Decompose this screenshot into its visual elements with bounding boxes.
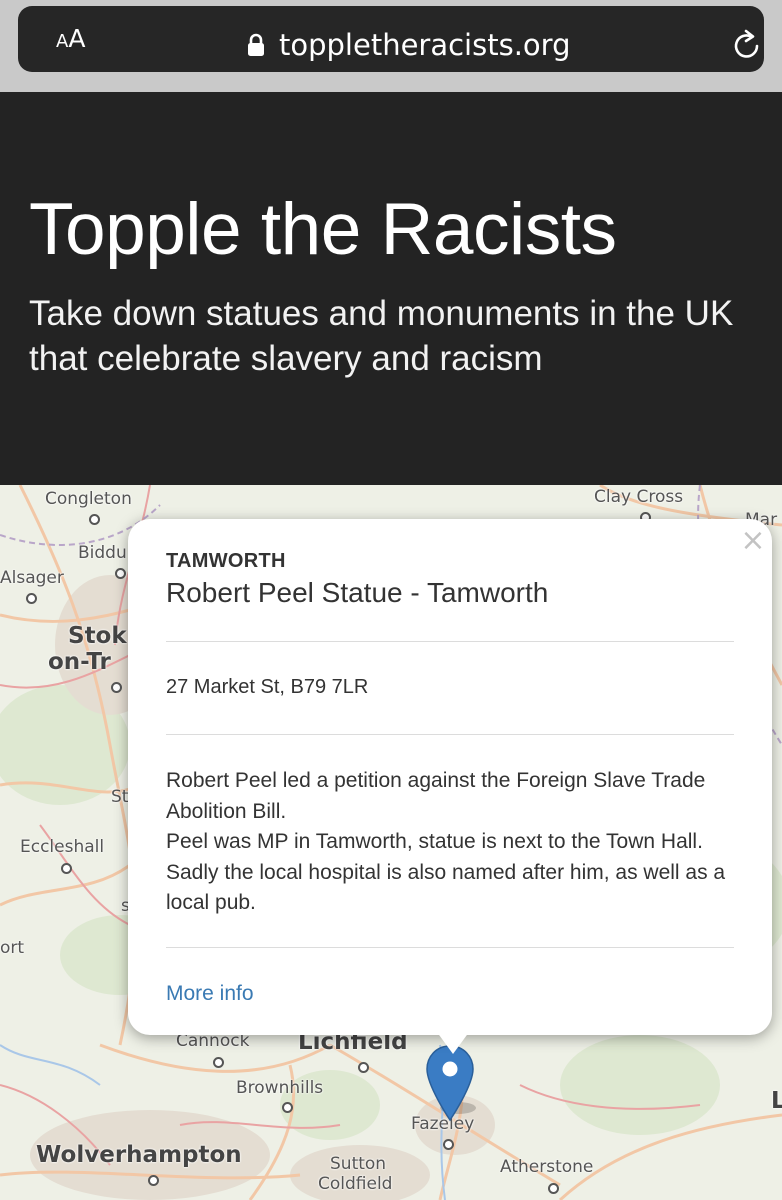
site-header: Topple the Racists Take down statues and… (0, 92, 782, 485)
map-town-dot (148, 1175, 159, 1186)
map-label-eccleshall: Eccleshall (20, 837, 105, 857)
popup-statue-name: Robert Peel Statue - Tamworth (166, 577, 549, 608)
map-town-dot (443, 1139, 454, 1150)
popup-tip (434, 1028, 472, 1054)
map-label-brownhills: Brownhills (236, 1078, 324, 1098)
map-label-alsager: Alsager (0, 568, 64, 588)
location-popup: × TAMWORTH Robert Peel Statue - Tamworth… (128, 519, 772, 1035)
map-label-biddulph: Biddu (78, 543, 127, 563)
map-label-stoke-2: on-Tr (48, 649, 111, 675)
map-label-clay-cross: Clay Cross (594, 487, 684, 507)
lock-icon (248, 33, 264, 56)
map-label-partial: L (771, 1088, 782, 1114)
browser-toolbar: AA toppletheracists.org (0, 0, 782, 92)
map-label-sutton-2: Coldfield (318, 1174, 393, 1194)
map-label-sutton: Sutton (330, 1154, 387, 1174)
page-subtitle: Take down statues and monuments in the U… (29, 294, 734, 378)
map-label-partial: ort (0, 938, 25, 958)
map-label-partial: St (111, 787, 129, 807)
popup-description: Robert Peel led a petition against the F… (166, 766, 741, 919)
map-town-dot (61, 863, 72, 874)
map-label-stoke: Stok (68, 623, 127, 649)
popup-address: 27 Market St, B79 7LR (166, 676, 369, 698)
popup-town: TAMWORTH (166, 550, 286, 572)
url-text[interactable]: toppletheracists.org (279, 28, 571, 62)
divider (166, 641, 734, 642)
text-size-button[interactable]: AA (56, 26, 85, 51)
map-town-dot (282, 1102, 293, 1113)
map-marker-icon[interactable] (424, 1044, 476, 1124)
map-town-dot (548, 1183, 559, 1194)
page-title: Topple the Racists (29, 189, 617, 270)
more-info-link[interactable]: More info (166, 982, 254, 1006)
address-bar[interactable]: AA toppletheracists.org (18, 6, 764, 72)
map-town-dot (26, 593, 37, 604)
map-town-dot (213, 1057, 224, 1068)
map-label-wolverhampton: Wolverhampton (36, 1142, 242, 1168)
map-town-dot (111, 682, 122, 693)
map-label-atherstone: Atherstone (500, 1157, 594, 1177)
description-paragraph: Peel was MP in Tamworth, statue is next … (166, 830, 726, 914)
map-label-congleton: Congleton (45, 489, 132, 509)
map-town-dot (115, 568, 126, 579)
divider (166, 734, 734, 735)
map-town-dot (89, 514, 100, 525)
description-paragraph: Robert Peel led a petition against the F… (166, 769, 706, 823)
close-icon[interactable]: × (740, 525, 766, 557)
reload-icon[interactable] (732, 28, 762, 62)
divider (166, 947, 734, 948)
map-town-dot (358, 1062, 369, 1073)
